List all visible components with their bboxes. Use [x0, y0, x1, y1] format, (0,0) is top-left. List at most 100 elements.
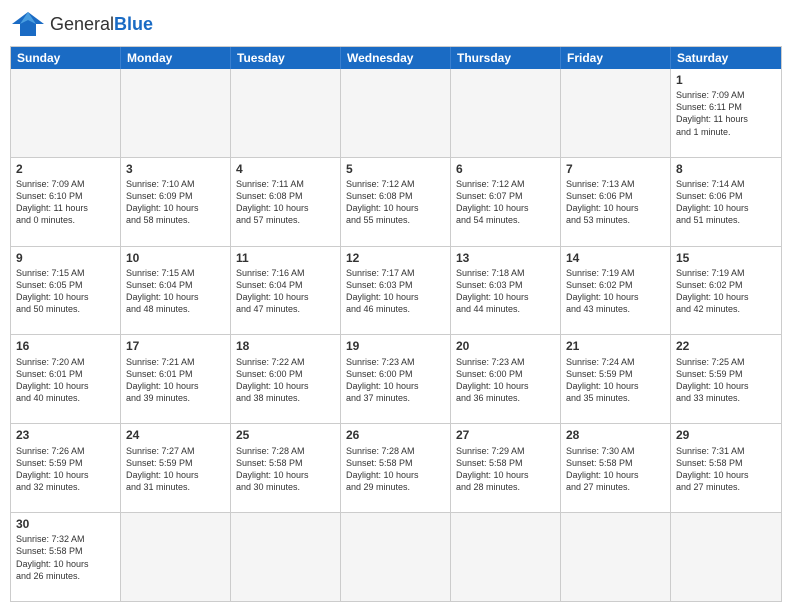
cell-text: Sunrise: 7:31 AM Sunset: 5:58 PM Dayligh… [676, 445, 776, 494]
day-cell-15: 15Sunrise: 7:19 AM Sunset: 6:02 PM Dayli… [671, 247, 781, 336]
day-number: 4 [236, 161, 335, 177]
cell-text: Sunrise: 7:27 AM Sunset: 5:59 PM Dayligh… [126, 445, 225, 494]
cell-text: Sunrise: 7:26 AM Sunset: 5:59 PM Dayligh… [16, 445, 115, 494]
cell-text: Sunrise: 7:19 AM Sunset: 6:02 PM Dayligh… [566, 267, 665, 316]
cell-text: Sunrise: 7:19 AM Sunset: 6:02 PM Dayligh… [676, 267, 776, 316]
day-header-tuesday: Tuesday [231, 47, 341, 69]
cell-text: Sunrise: 7:14 AM Sunset: 6:06 PM Dayligh… [676, 178, 776, 227]
day-number: 2 [16, 161, 115, 177]
day-number: 13 [456, 250, 555, 266]
day-number: 25 [236, 427, 335, 443]
day-number: 27 [456, 427, 555, 443]
day-cell-20: 20Sunrise: 7:23 AM Sunset: 6:00 PM Dayli… [451, 335, 561, 424]
logo-text: GeneralBlue [50, 14, 153, 35]
empty-cell [451, 69, 561, 158]
day-cell-6: 6Sunrise: 7:12 AM Sunset: 6:07 PM Daylig… [451, 158, 561, 247]
day-cell-4: 4Sunrise: 7:11 AM Sunset: 6:08 PM Daylig… [231, 158, 341, 247]
cell-text: Sunrise: 7:32 AM Sunset: 5:58 PM Dayligh… [16, 533, 115, 582]
empty-cell [121, 69, 231, 158]
day-header-sunday: Sunday [11, 47, 121, 69]
empty-cell [341, 69, 451, 158]
cell-text: Sunrise: 7:15 AM Sunset: 6:05 PM Dayligh… [16, 267, 115, 316]
day-cell-12: 12Sunrise: 7:17 AM Sunset: 6:03 PM Dayli… [341, 247, 451, 336]
day-cell-29: 29Sunrise: 7:31 AM Sunset: 5:58 PM Dayli… [671, 424, 781, 513]
empty-cell [561, 513, 671, 601]
cell-text: Sunrise: 7:12 AM Sunset: 6:07 PM Dayligh… [456, 178, 555, 227]
day-cell-21: 21 Sunrise: 7:24 AM Sunset: 5:59 PM Dayli… [561, 335, 671, 424]
day-cell-22: 22 Sunrise: 7:25 AM Sunset: 5:59 PM Dayli… [671, 335, 781, 424]
day-cell-2: 2Sunrise: 7:09 AM Sunset: 6:10 PM Daylig… [11, 158, 121, 247]
cell-text: Sunrise: 7:28 AM Sunset: 5:58 PM Dayligh… [236, 445, 335, 494]
cell-text: Sunrise: 7:11 AM Sunset: 6:08 PM Dayligh… [236, 178, 335, 227]
day-number: 30 [16, 516, 115, 532]
cell-text: Sunrise: 7:30 AM Sunset: 5:58 PM Dayligh… [566, 445, 665, 494]
empty-cell [341, 513, 451, 601]
day-number: 14 [566, 250, 665, 266]
calendar: SundayMondayTuesdayWednesdayThursdayFrid… [10, 46, 782, 602]
day-header-monday: Monday [121, 47, 231, 69]
cell-text: Sunrise: 7:16 AM Sunset: 6:04 PM Dayligh… [236, 267, 335, 316]
day-cell-8: 8Sunrise: 7:14 AM Sunset: 6:06 PM Daylig… [671, 158, 781, 247]
day-cell-17: 17Sunrise: 7:21 AM Sunset: 6:01 PM Dayli… [121, 335, 231, 424]
day-number: 7 [566, 161, 665, 177]
day-number: 5 [346, 161, 445, 177]
day-number: 18 [236, 338, 335, 354]
day-cell-16: 16Sunrise: 7:20 AM Sunset: 6:01 PM Dayli… [11, 335, 121, 424]
cell-text: Sunrise: 7:23 AM Sunset: 6:00 PM Dayligh… [456, 356, 555, 405]
day-header-friday: Friday [561, 47, 671, 69]
day-number: 3 [126, 161, 225, 177]
day-cell-24: 24 Sunrise: 7:27 AM Sunset: 5:59 PM Dayli… [121, 424, 231, 513]
cell-text: Sunrise: 7:23 AM Sunset: 6:00 PM Dayligh… [346, 356, 445, 405]
day-cell-7: 7Sunrise: 7:13 AM Sunset: 6:06 PM Daylig… [561, 158, 671, 247]
day-header-saturday: Saturday [671, 47, 781, 69]
cell-text: Sunrise: 7:28 AM Sunset: 5:58 PM Dayligh… [346, 445, 445, 494]
cell-text: Sunrise: 7:10 AM Sunset: 6:09 PM Dayligh… [126, 178, 225, 227]
day-cell-18: 18 Sunrise: 7:22 AM Sunset: 6:00 PM Dayli… [231, 335, 341, 424]
day-number: 9 [16, 250, 115, 266]
cell-text: Sunrise: 7:24 AM Sunset: 5:59 PM Dayligh… [566, 356, 665, 405]
day-cell-25: 25 Sunrise: 7:28 AM Sunset: 5:58 PM Dayli… [231, 424, 341, 513]
cell-text: Sunrise: 7:18 AM Sunset: 6:03 PM Dayligh… [456, 267, 555, 316]
logo-icon [10, 10, 46, 38]
day-cell-27: 27Sunrise: 7:29 AM Sunset: 5:58 PM Dayli… [451, 424, 561, 513]
day-number: 21 [566, 338, 665, 354]
day-number: 26 [346, 427, 445, 443]
empty-cell [451, 513, 561, 601]
empty-cell [231, 513, 341, 601]
day-cell-13: 13Sunrise: 7:18 AM Sunset: 6:03 PM Dayli… [451, 247, 561, 336]
day-cell-19: 19 Sunrise: 7:23 AM Sunset: 6:00 PM Dayli… [341, 335, 451, 424]
day-cell-5: 5Sunrise: 7:12 AM Sunset: 6:08 PM Daylig… [341, 158, 451, 247]
day-cell-23: 23Sunrise: 7:26 AM Sunset: 5:59 PM Dayli… [11, 424, 121, 513]
day-number: 6 [456, 161, 555, 177]
logo: GeneralBlue [10, 10, 153, 38]
empty-cell [231, 69, 341, 158]
day-number: 24 [126, 427, 225, 443]
day-number: 10 [126, 250, 225, 266]
day-cell-26: 26 Sunrise: 7:28 AM Sunset: 5:58 PM Dayli… [341, 424, 451, 513]
cell-text: Sunrise: 7:12 AM Sunset: 6:08 PM Dayligh… [346, 178, 445, 227]
calendar-grid: 1Sunrise: 7:09 AM Sunset: 6:11 PM Daylig… [11, 69, 781, 601]
day-header-thursday: Thursday [451, 47, 561, 69]
cell-text: Sunrise: 7:22 AM Sunset: 6:00 PM Dayligh… [236, 356, 335, 405]
day-cell-10: 10Sunrise: 7:15 AM Sunset: 6:04 PM Dayli… [121, 247, 231, 336]
cell-text: Sunrise: 7:25 AM Sunset: 5:59 PM Dayligh… [676, 356, 776, 405]
day-number: 1 [676, 72, 776, 88]
cell-text: Sunrise: 7:15 AM Sunset: 6:04 PM Dayligh… [126, 267, 225, 316]
cell-text: Sunrise: 7:21 AM Sunset: 6:01 PM Dayligh… [126, 356, 225, 405]
day-number: 8 [676, 161, 776, 177]
day-cell-3: 3Sunrise: 7:10 AM Sunset: 6:09 PM Daylig… [121, 158, 231, 247]
empty-cell [671, 513, 781, 601]
day-number: 19 [346, 338, 445, 354]
header: GeneralBlue [10, 10, 782, 38]
empty-cell [561, 69, 671, 158]
day-cell-1: 1Sunrise: 7:09 AM Sunset: 6:11 PM Daylig… [671, 69, 781, 158]
cell-text: Sunrise: 7:20 AM Sunset: 6:01 PM Dayligh… [16, 356, 115, 405]
day-cell-9: 9Sunrise: 7:15 AM Sunset: 6:05 PM Daylig… [11, 247, 121, 336]
cell-text: Sunrise: 7:09 AM Sunset: 6:10 PM Dayligh… [16, 178, 115, 227]
cell-text: Sunrise: 7:17 AM Sunset: 6:03 PM Dayligh… [346, 267, 445, 316]
day-cell-14: 14Sunrise: 7:19 AM Sunset: 6:02 PM Dayli… [561, 247, 671, 336]
day-number: 11 [236, 250, 335, 266]
cell-text: Sunrise: 7:13 AM Sunset: 6:06 PM Dayligh… [566, 178, 665, 227]
day-number: 22 [676, 338, 776, 354]
day-number: 28 [566, 427, 665, 443]
